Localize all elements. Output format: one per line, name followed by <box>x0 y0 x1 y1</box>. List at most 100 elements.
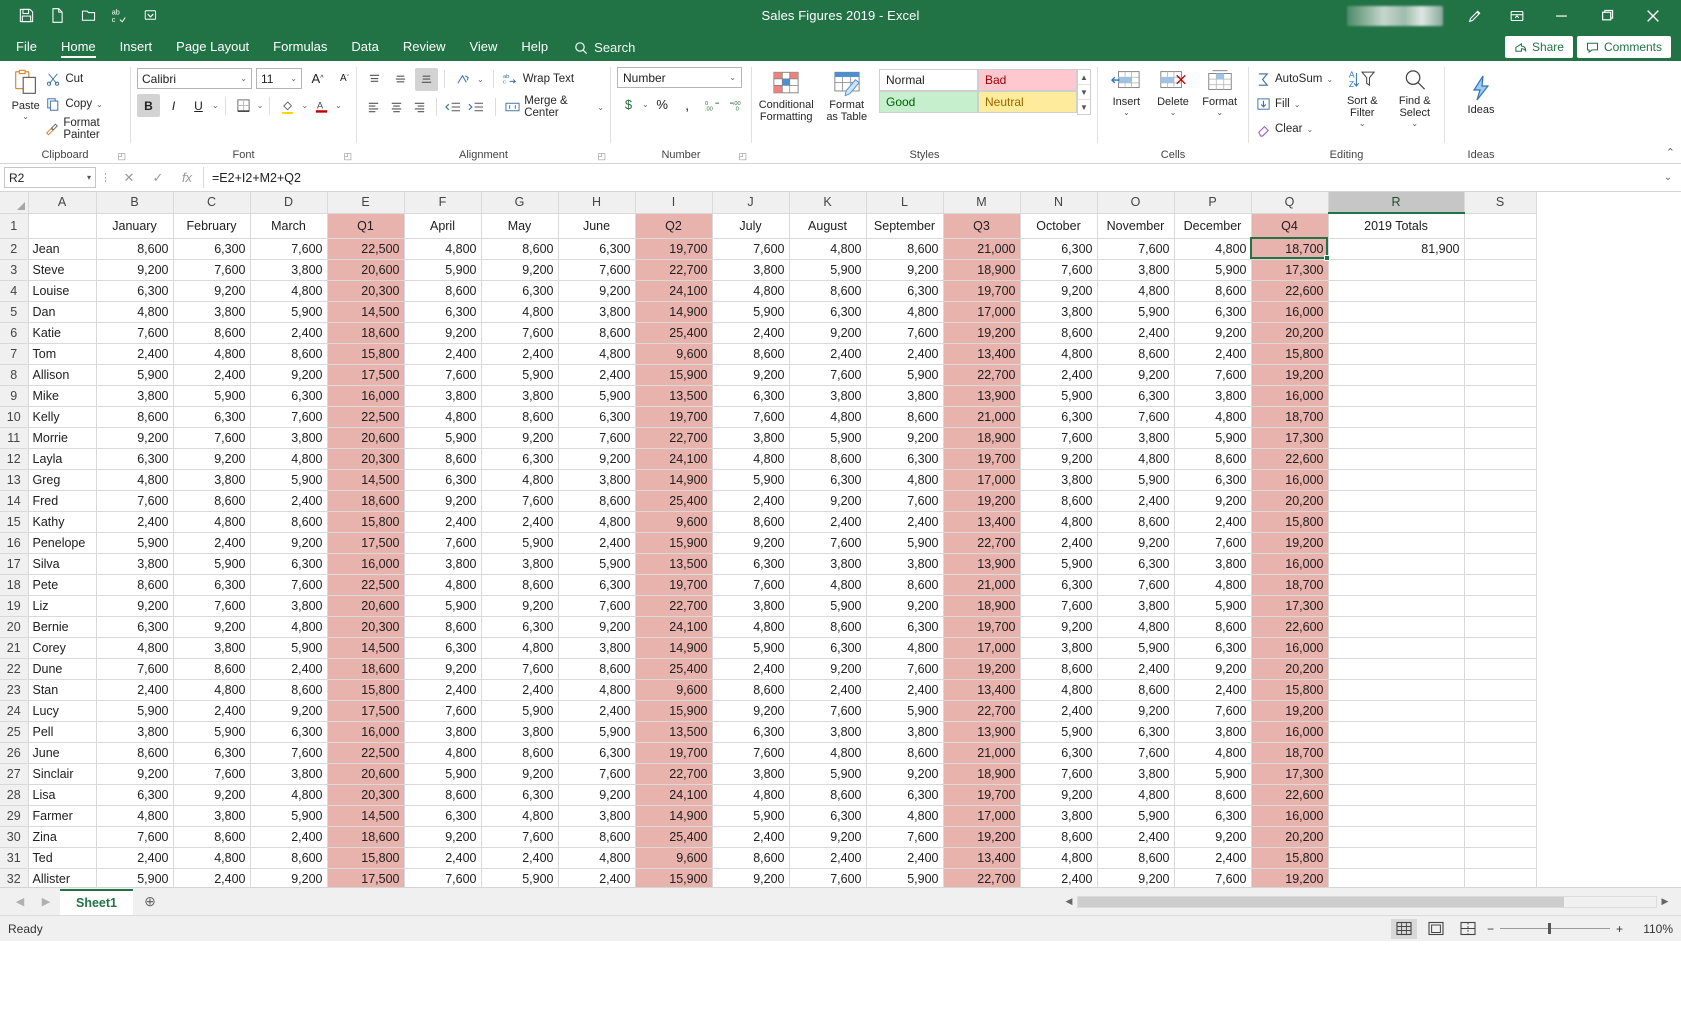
data-cell[interactable]: 4,800 <box>712 616 790 638</box>
empty-cell[interactable] <box>1464 238 1537 260</box>
table-row[interactable]: 29 Farmer 4,800 3,800 5,900 14,500 6,300 4,800 3… <box>0 805 1537 827</box>
data-cell[interactable]: 8,600 <box>789 280 867 302</box>
sheet-table[interactable]: ABCDEFGHIJKLMNOPQRS 1 January February Marc… <box>0 192 1537 887</box>
total-cell[interactable] <box>1328 301 1465 323</box>
data-cell[interactable]: 3,800 <box>789 721 867 743</box>
data-cell[interactable]: 2,400 <box>558 364 636 386</box>
data-cell[interactable]: 2,400 <box>866 847 944 869</box>
format-cells-button[interactable]: Format ⌄ <box>1197 65 1242 117</box>
data-cell[interactable]: 6,300 <box>173 742 251 764</box>
data-cell[interactable]: 6,300 <box>789 637 867 659</box>
data-cell[interactable]: 3,800 <box>712 427 790 449</box>
data-cell[interactable]: 18,900 <box>943 427 1021 449</box>
data-cell[interactable]: 5,900 <box>712 301 790 323</box>
data-cell[interactable]: 8,600 <box>96 238 174 260</box>
data-cell[interactable]: 5,900 <box>404 427 482 449</box>
column-header-l[interactable]: L <box>866 192 944 214</box>
empty-cell[interactable] <box>1464 280 1537 302</box>
font-size-input[interactable]: 11 ⌄ <box>256 68 302 89</box>
data-cell[interactable]: 3,800 <box>712 763 790 785</box>
data-cell[interactable]: 4,800 <box>481 301 559 323</box>
data-cell[interactable]: 4,800 <box>404 238 482 260</box>
data-cell[interactable]: 7,600 <box>96 322 174 344</box>
data-cell[interactable]: 5,900 <box>250 805 328 827</box>
data-cell[interactable]: 14,900 <box>635 301 713 323</box>
data-cell[interactable]: 9,200 <box>1020 616 1098 638</box>
data-cell[interactable]: 2,400 <box>404 343 482 365</box>
data-cell[interactable]: 4,800 <box>712 784 790 806</box>
data-cell[interactable]: 2,400 <box>712 322 790 344</box>
name-cell[interactable]: Lucy <box>28 700 97 722</box>
data-cell[interactable]: 7,600 <box>866 658 944 680</box>
header-cell[interactable] <box>28 213 97 239</box>
data-cell[interactable]: 14,900 <box>635 805 713 827</box>
row-header-10[interactable]: 10 <box>0 406 29 428</box>
data-cell[interactable]: 18,700 <box>1251 574 1329 596</box>
name-cell[interactable]: Liz <box>28 595 97 617</box>
data-cell[interactable]: 4,800 <box>96 469 174 491</box>
data-cell[interactable]: 3,800 <box>1174 385 1252 407</box>
data-cell[interactable]: 6,300 <box>173 406 251 428</box>
data-cell[interactable]: 3,800 <box>173 805 251 827</box>
data-cell[interactable]: 4,800 <box>558 679 636 701</box>
clear-button[interactable]: Clear ⌄ <box>1255 117 1333 141</box>
empty-cell[interactable] <box>1464 322 1537 344</box>
row-header-31[interactable]: 31 <box>0 847 29 869</box>
data-cell[interactable]: 22,600 <box>1251 616 1329 638</box>
data-cell[interactable]: 3,800 <box>250 763 328 785</box>
data-cell[interactable]: 5,900 <box>173 721 251 743</box>
data-cell[interactable]: 24,100 <box>635 784 713 806</box>
new-file-icon[interactable] <box>43 4 71 28</box>
chevron-down-icon[interactable]: ⌄ <box>1326 75 1333 84</box>
name-cell[interactable]: Greg <box>28 469 97 491</box>
data-cell[interactable]: 7,600 <box>96 826 174 848</box>
data-cell[interactable]: 25,400 <box>635 490 713 512</box>
data-cell[interactable]: 20,300 <box>327 448 405 470</box>
data-cell[interactable]: 3,800 <box>1020 805 1098 827</box>
row-header-24[interactable]: 24 <box>0 700 29 722</box>
table-row[interactable]: 16 Penelope 5,900 2,400 9,200 17,500 7,600 5,90… <box>0 532 1537 554</box>
data-cell[interactable]: 2,400 <box>250 322 328 344</box>
data-cell[interactable]: 4,800 <box>1097 784 1175 806</box>
data-cell[interactable]: 2,400 <box>481 679 559 701</box>
data-cell[interactable]: 15,800 <box>1251 343 1329 365</box>
header-cell[interactable]: Q1 <box>327 213 405 239</box>
data-cell[interactable]: 4,800 <box>712 448 790 470</box>
zoom-slider[interactable]: − + <box>1487 922 1623 936</box>
data-cell[interactable]: 4,800 <box>250 616 328 638</box>
data-cell[interactable]: 2,400 <box>789 511 867 533</box>
wrap-text-button[interactable]: ab c Wrap Text <box>503 67 574 91</box>
data-cell[interactable]: 4,800 <box>481 469 559 491</box>
data-cell[interactable]: 2,400 <box>558 532 636 554</box>
empty-cell[interactable] <box>1464 637 1537 659</box>
data-cell[interactable]: 17,000 <box>943 469 1021 491</box>
data-cell[interactable]: 3,800 <box>712 595 790 617</box>
chevron-down-icon[interactable]: ⌄ <box>477 75 484 84</box>
cell-style-normal[interactable]: Normal <box>879 69 978 91</box>
row-header-11[interactable]: 11 <box>0 427 29 449</box>
data-cell[interactable]: 8,600 <box>1097 679 1175 701</box>
minimize-button[interactable] <box>1539 0 1583 31</box>
data-cell[interactable]: 9,200 <box>712 364 790 386</box>
data-cell[interactable]: 3,800 <box>866 385 944 407</box>
data-cell[interactable]: 3,800 <box>1097 595 1175 617</box>
data-cell[interactable]: 22,700 <box>635 259 713 281</box>
data-cell[interactable]: 6,300 <box>789 469 867 491</box>
percent-format-button[interactable]: % <box>651 93 674 116</box>
data-cell[interactable]: 14,900 <box>635 469 713 491</box>
empty-cell[interactable] <box>1464 301 1537 323</box>
chevron-down-icon[interactable]: ⌄ <box>1306 125 1313 134</box>
data-cell[interactable]: 3,800 <box>250 595 328 617</box>
data-cell[interactable]: 21,000 <box>943 742 1021 764</box>
column-header-n[interactable]: N <box>1020 192 1098 214</box>
data-cell[interactable]: 5,900 <box>1097 469 1175 491</box>
data-cell[interactable]: 16,000 <box>1251 385 1329 407</box>
data-cell[interactable]: 6,300 <box>1020 574 1098 596</box>
data-cell[interactable]: 5,900 <box>712 805 790 827</box>
column-header-o[interactable]: O <box>1097 192 1175 214</box>
zoom-track[interactable] <box>1499 923 1610 934</box>
data-cell[interactable]: 2,400 <box>404 847 482 869</box>
select-all-corner[interactable] <box>0 192 29 214</box>
share-button[interactable]: Share <box>1504 36 1573 58</box>
data-cell[interactable]: 7,600 <box>173 595 251 617</box>
